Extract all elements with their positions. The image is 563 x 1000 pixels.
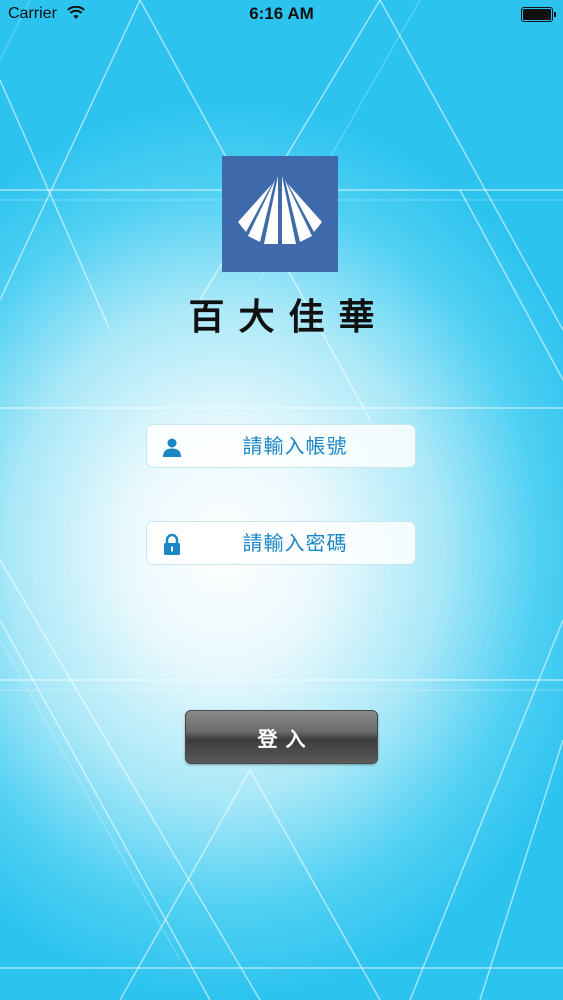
account-field[interactable] (146, 424, 416, 468)
status-time: 6:16 AM (249, 4, 314, 23)
brand-logo (222, 156, 338, 272)
user-icon (163, 438, 181, 457)
login-button[interactable]: 登入 (185, 710, 378, 764)
password-input[interactable] (197, 522, 409, 564)
status-bar: Carrier 6:16 AM (0, 0, 563, 30)
brand-name: 百大佳華 (188, 297, 389, 338)
battery-icon (521, 7, 556, 22)
lock-icon (164, 533, 180, 555)
account-input[interactable] (197, 425, 409, 467)
background-pattern (0, 0, 563, 1000)
password-field[interactable] (146, 521, 416, 565)
logo-icon (238, 176, 322, 244)
